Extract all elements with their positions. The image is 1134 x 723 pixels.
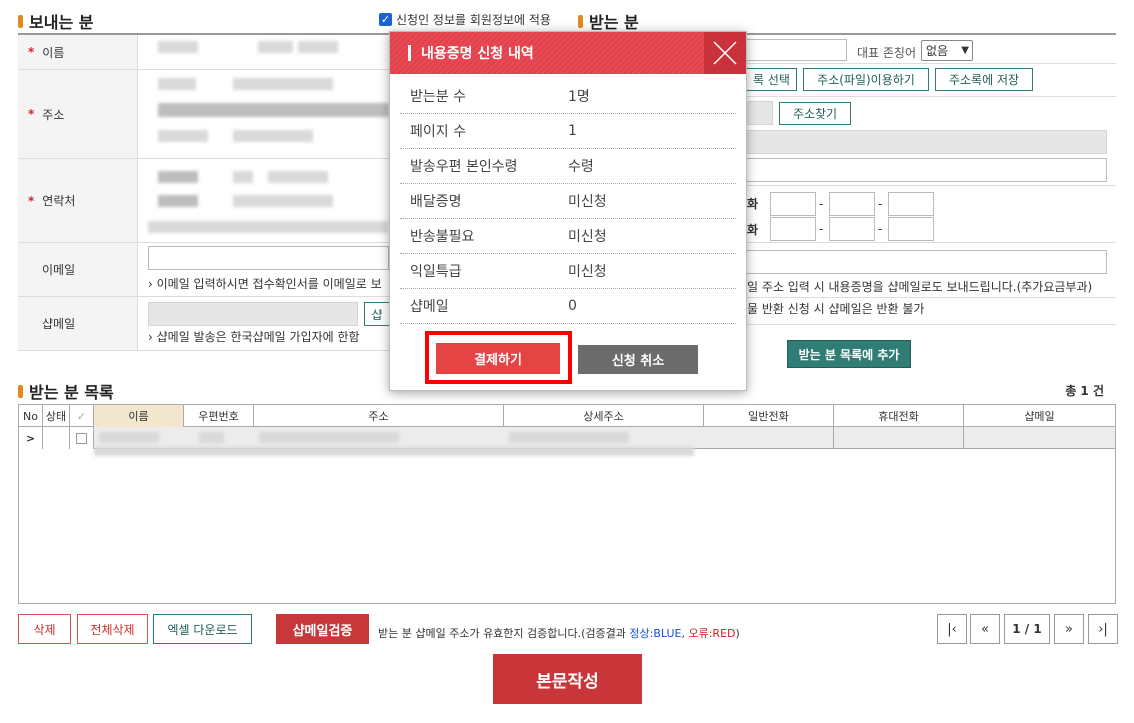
pay-button[interactable]: 결제하기 xyxy=(436,343,560,374)
col-phone[interactable]: 일반전화 xyxy=(704,405,834,427)
chevron-down-icon: ▼ xyxy=(961,45,969,56)
section-bullet xyxy=(18,14,23,28)
receiver-list-title: 받는 분 목록 xyxy=(18,379,114,403)
phone-part3-input[interactable] xyxy=(888,192,934,216)
honorific-label: 대표 존칭어 xyxy=(857,46,917,60)
mobile-label: 화 xyxy=(747,223,759,237)
summary-row: 받는분 수 1명 xyxy=(400,79,736,114)
last-page-icon: ›| xyxy=(1098,621,1108,637)
table-row[interactable]: > xyxy=(19,427,1115,456)
receiver-zip-input[interactable] xyxy=(747,101,773,125)
col-check[interactable]: ✓ xyxy=(70,405,94,427)
delete-all-button[interactable]: 전체삭제 xyxy=(77,614,148,644)
next-page-icon: » xyxy=(1065,621,1073,637)
compose-body-button[interactable]: 본문작성 xyxy=(493,654,642,704)
phone-part2-input[interactable] xyxy=(829,192,875,216)
col-shopmail[interactable]: 샵메일 xyxy=(964,405,1115,427)
mobile-part2-input[interactable] xyxy=(829,217,875,241)
col-mobile[interactable]: 휴대전화 xyxy=(834,405,964,427)
apply-member-info-checkbox[interactable]: ✓ 신청인 정보를 회원정보에 적용 xyxy=(379,11,551,28)
receiver-detail-address-input[interactable] xyxy=(747,158,1107,182)
save-address-book-button[interactable]: 주소록에 저장 xyxy=(935,68,1033,91)
sender-shopmail-note: › 샵메일 발송은 한국샵메일 가입자에 한함 xyxy=(148,330,360,344)
mobile-part1-input[interactable] xyxy=(770,217,816,241)
page-indicator: 1 / 1 xyxy=(1004,614,1050,644)
col-no: No xyxy=(19,405,43,427)
prev-page-icon: « xyxy=(981,621,989,637)
sender-email-input[interactable] xyxy=(148,246,389,270)
sender-email-note: › 이메일 입력하시면 접수확인서를 이메일로 보 xyxy=(148,277,382,291)
summary-row: 페이지 수1 xyxy=(400,114,736,149)
address-file-button[interactable]: 주소(파일)이용하기 xyxy=(803,68,929,91)
modal-title: 내용증명 신청 내역 xyxy=(421,46,534,62)
verify-note: 받는 분 샵메일 주소가 유효한지 검증합니다.(검증결과 정상:BLUE, 오… xyxy=(378,627,740,640)
modal-header: 내용증명 신청 내역 xyxy=(390,32,746,74)
col-address[interactable]: 주소 xyxy=(254,405,504,427)
list-total-count: 총 1 건 xyxy=(1065,384,1104,398)
row-indicator: > xyxy=(19,427,43,449)
sender-email-row: 이메일 › 이메일 입력하시면 접수확인서를 이메일로 보 xyxy=(18,243,389,297)
phone-part1-input[interactable] xyxy=(770,192,816,216)
summary-row: 반송불필요 미신청 xyxy=(400,219,736,254)
receiver-address-input[interactable] xyxy=(747,130,1107,154)
excel-download-button[interactable]: 엑셀 다운로드 xyxy=(153,614,252,644)
first-page-button[interactable]: |‹ xyxy=(937,614,967,644)
sender-name-row: * 이름 xyxy=(18,35,389,70)
delete-button[interactable]: 삭제 xyxy=(18,614,71,644)
mobile-part3-input[interactable] xyxy=(888,217,934,241)
sender-address-row: * 주소 xyxy=(18,70,389,159)
apply-member-info-label: 신청인 정보를 회원정보에 적용 xyxy=(396,13,551,27)
sender-contact-row: * 연락처 xyxy=(18,159,389,243)
sender-form: * 이름 * 주소 * 연락처 이메일 › 이메일 입력하시면 접수확인서를 이메일로… xyxy=(18,33,389,351)
next-page-button[interactable]: » xyxy=(1054,614,1084,644)
col-name[interactable]: 이름 xyxy=(94,405,184,427)
receiver-email-input[interactable] xyxy=(747,250,1107,274)
receiver-shopmail-note: 물 반환 신청 시 샵메일은 반환 불가 xyxy=(747,302,925,316)
summary-row: 샵메일 0 xyxy=(400,289,736,324)
prev-page-button[interactable]: « xyxy=(970,614,1000,644)
last-page-button[interactable]: ›| xyxy=(1088,614,1118,644)
add-to-receiver-list-button[interactable]: 받는 분 목록에 추가 xyxy=(787,340,911,368)
address-book-select-button[interactable]: 록 선택 xyxy=(747,68,797,91)
sender-section-title: 보내는 분 xyxy=(18,9,93,33)
summary-row: 배달증명 미신청 xyxy=(400,184,736,219)
col-detail-address[interactable]: 상세주소 xyxy=(504,405,704,427)
cancel-application-button[interactable]: 신청 취소 xyxy=(578,345,698,374)
first-page-icon: |‹ xyxy=(947,621,957,637)
sender-shopmail-button[interactable]: 샵 xyxy=(364,302,389,326)
col-zip[interactable]: 우편번호 xyxy=(184,405,254,427)
section-bullet xyxy=(18,384,23,398)
receiver-section-title: 받는 분 xyxy=(578,9,639,33)
receiver-list-grid: No 상태 ✓ 이름 우편번호 주소 상세주소 일반전화 휴대전화 샵메일 > xyxy=(18,404,1116,604)
sender-shopmail-input[interactable] xyxy=(148,302,358,326)
grid-header: No 상태 ✓ 이름 우편번호 주소 상세주소 일반전화 휴대전화 샵메일 xyxy=(19,405,1115,427)
phone-label: 화 xyxy=(747,197,759,211)
summary-row: 익일특급 미신청 xyxy=(400,254,736,289)
shopmail-verify-button[interactable]: 샵메일검증 xyxy=(276,614,369,644)
close-button[interactable] xyxy=(704,32,746,74)
summary-row: 발송우편 본인수령 수령 xyxy=(400,149,736,184)
receiver-email-note: 일 주소 입력 시 내용증명을 샵메일로도 보내드립니다.(추가요금부과) xyxy=(747,280,1093,294)
section-bullet xyxy=(578,14,583,28)
col-status: 상태 xyxy=(43,405,70,427)
checkbox-checked-icon[interactable]: ✓ xyxy=(379,13,392,26)
receiver-form: 대표 존칭어 없음 ▼ 록 선택 주소(파일)이용하기 주소록에 저장 주소찾기… xyxy=(747,33,1116,351)
receiver-name-input[interactable] xyxy=(747,39,847,61)
zip-search-button[interactable]: 주소찾기 xyxy=(779,102,851,125)
close-icon xyxy=(713,41,737,65)
honorific-select[interactable]: 없음 ▼ xyxy=(921,40,973,61)
row-checkbox[interactable] xyxy=(76,432,87,444)
sender-shopmail-row: 샵메일 샵 › 샵메일 발송은 한국샵메일 가입자에 한함 xyxy=(18,297,389,351)
